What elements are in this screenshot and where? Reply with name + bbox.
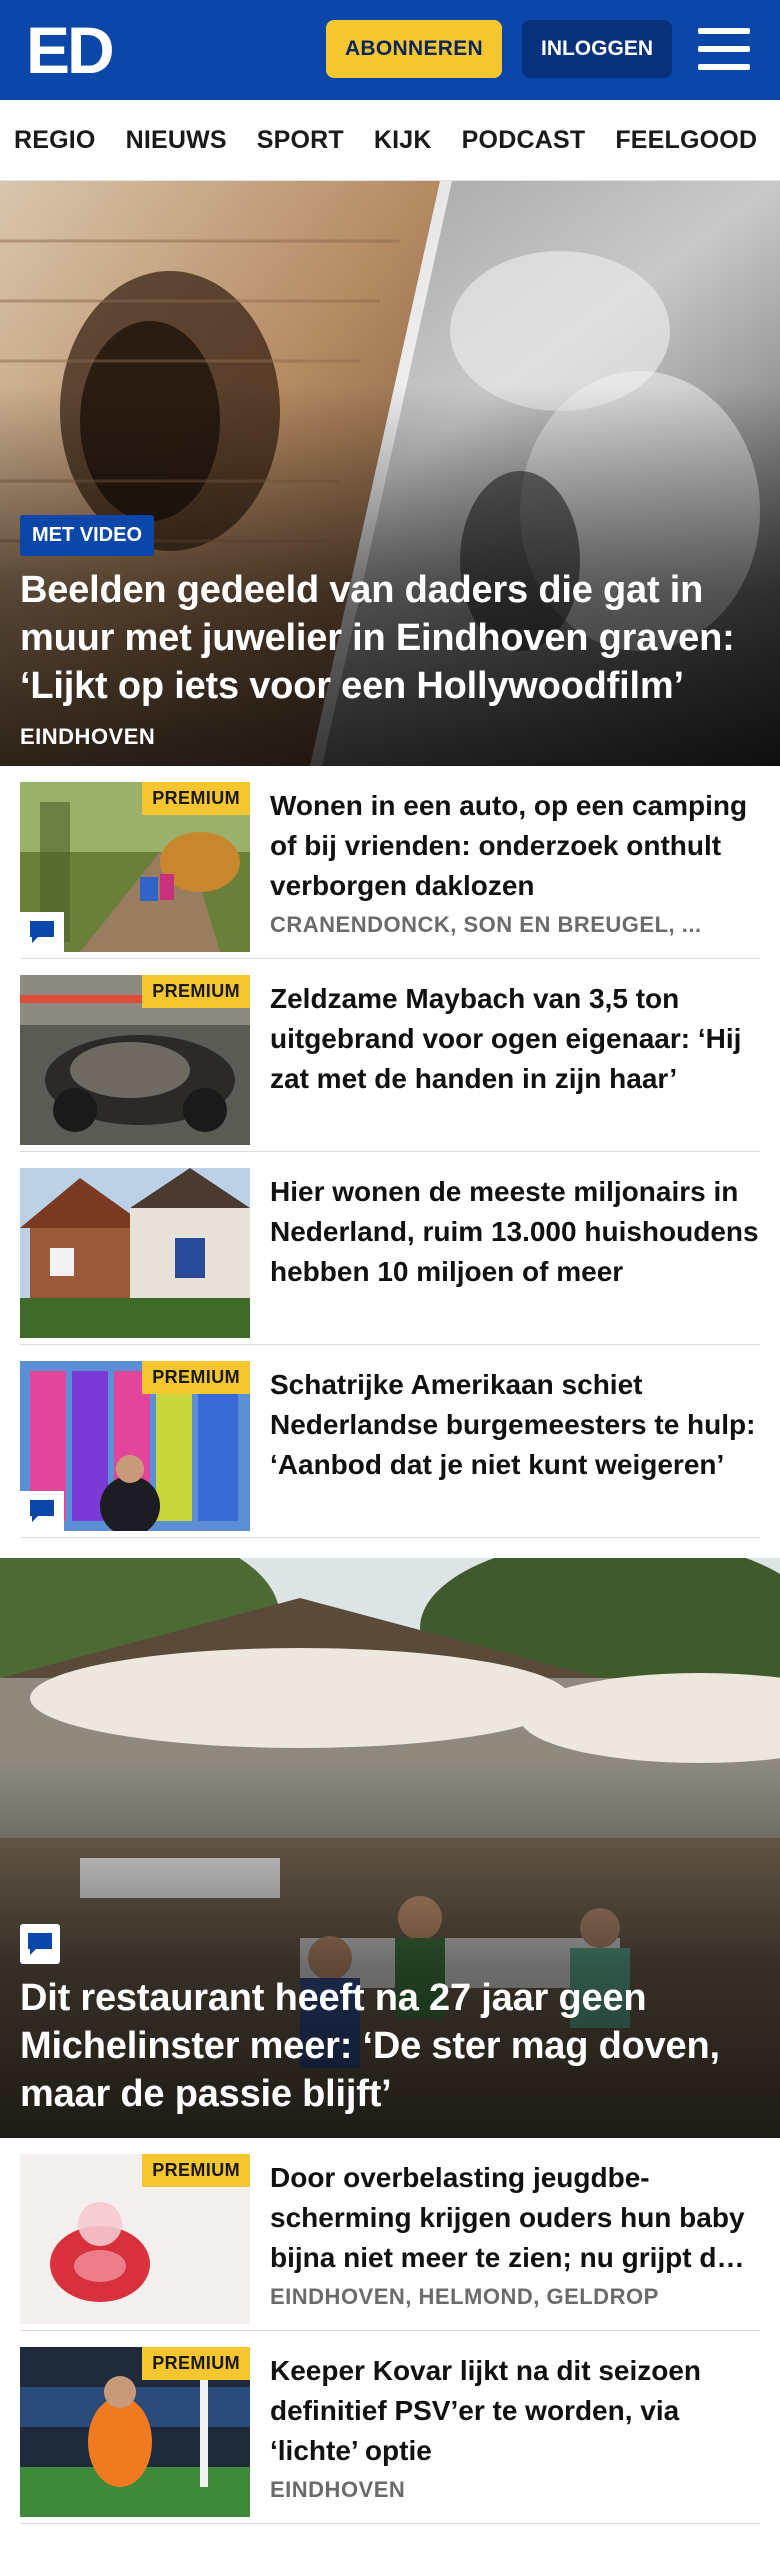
article-thumbnail: PREMIUM [20,975,250,1145]
section-nav: REGIO NIEUWS SPORT KIJK PODCAST FEELGOOD [0,100,780,181]
article-title[interactable]: Wonen in een auto, op een camping of bij… [270,786,760,906]
list-item[interactable]: PREMIUM Zeldzame Maybach van 3,5 ton uit… [20,959,760,1152]
nav-item-sport[interactable]: SPORT [257,126,344,155]
subscribe-button[interactable]: ABONNEREN [326,20,502,78]
comment-icon [20,1924,60,1964]
nav-item-feelgood[interactable]: FEELGOOD [615,126,757,155]
article-thumbnail [20,1168,250,1338]
list-item[interactable]: PREMIUM Keeper Kovar lijkt na dit seizoe… [20,2331,760,2524]
article-title[interactable]: Zeldzame Maybach van 3,5 ton uitgebrand … [270,979,760,1099]
nav-item-nieuws[interactable]: NIEUWS [126,126,227,155]
login-button[interactable]: INLOGGEN [522,20,672,78]
article-list-1: PREMIUM Wonen in een auto, op een campin… [0,766,780,1538]
hero-article-2[interactable]: Dit restaurant heeft na 27 jaar geen Mic… [0,1558,780,2138]
article-location-tag: EINDHOVEN [270,2477,406,2502]
premium-badge: PREMIUM [142,2347,250,2380]
hero-content-2: Dit restaurant heeft na 27 jaar geen Mic… [20,1924,760,2118]
hero-location-tag-1: EINDHOVEN [20,724,156,749]
premium-badge: PREMIUM [142,2154,250,2187]
article-title[interactable]: Schatrijke Amerikaan schiet Nederlandse … [270,1365,760,1485]
nav-item-kijk[interactable]: KIJK [374,126,432,155]
list-item[interactable]: PREMIUM Door overbelasting jeugdbe­scher… [20,2138,760,2331]
article-thumbnail: PREMIUM [20,2154,250,2324]
article-title[interactable]: Door overbelasting jeugdbe­scherming kri… [270,2158,760,2278]
list-item[interactable]: PREMIUM Schatrijke Amerikaan schiet Nede… [20,1345,760,1538]
premium-badge: PREMIUM [142,1361,250,1394]
article-location-tag: EINDHOVEN, HELMOND, GELDROP [270,2284,659,2309]
article-title[interactable]: Hier wonen de meeste miljonairs in Neder… [270,1172,760,1292]
list-item[interactable]: Hier wonen de meeste miljonairs in Neder… [20,1152,760,1345]
nav-item-regio[interactable]: REGIO [14,126,96,155]
article-thumbnail: PREMIUM [20,782,250,952]
article-thumbnail: PREMIUM [20,1361,250,1531]
article-thumbnail: PREMIUM [20,2347,250,2517]
hero-content-1: MET VIDEO Beelden gedeeld van daders die… [20,515,760,750]
article-location-tag: CRANENDONCK, SON EN BREUGEL, ... [270,912,702,937]
article-title[interactable]: Keeper Kovar lijkt na dit seizoen defini… [270,2351,760,2471]
list-item[interactable]: PREMIUM Wonen in een auto, op een campin… [20,766,760,959]
video-badge: MET VIDEO [20,515,155,556]
comment-icon [20,1491,64,1531]
comment-icon [20,912,64,952]
menu-icon[interactable] [698,28,750,70]
hero-article-1[interactable]: MET VIDEO Beelden gedeeld van daders die… [0,181,780,766]
site-logo[interactable]: ED [26,17,115,83]
article-list-2: PREMIUM Door overbelasting jeugdbe­scher… [0,2138,780,2524]
hero-title-2[interactable]: Dit restaurant heeft na 27 jaar geen Mic… [20,1974,760,2118]
premium-badge: PREMIUM [142,782,250,815]
premium-badge: PREMIUM [142,975,250,1008]
site-header: ED ABONNEREN INLOGGEN [0,0,780,100]
nav-item-podcast[interactable]: PODCAST [462,126,586,155]
hero-title-1[interactable]: Beelden gedeeld van daders die gat in mu… [20,566,760,710]
